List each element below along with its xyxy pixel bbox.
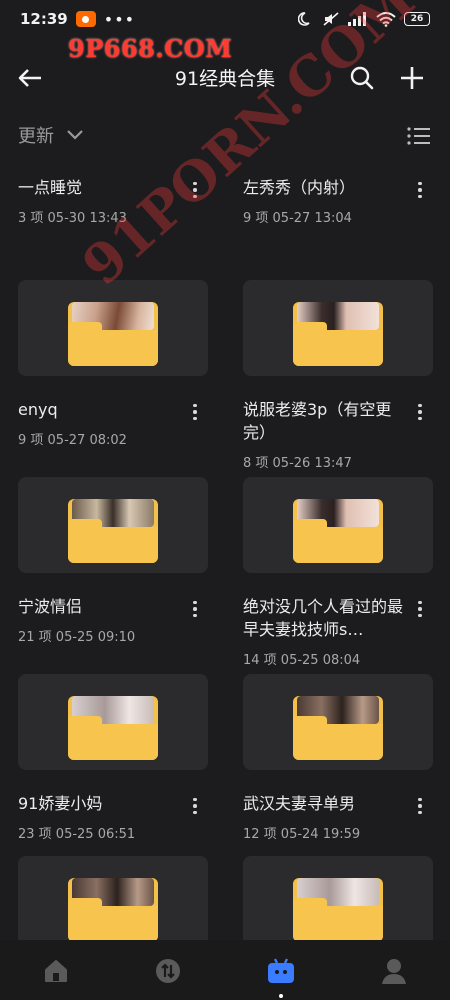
folder-thumbnail <box>243 280 433 376</box>
wifi-icon <box>376 11 396 27</box>
more-vert-icon <box>418 403 422 408</box>
folder-icon <box>68 499 158 563</box>
folder-card[interactable] <box>243 856 433 940</box>
bottom-navigation <box>0 940 450 1000</box>
folder-meta: 12 项 05-24 19:59 <box>243 827 361 842</box>
folder-card[interactable]: 绝对没几个人看过的最早夫妻找技师s… 14 项 05-25 08:04 <box>243 477 433 668</box>
nav-active-indicator <box>279 994 283 998</box>
folder-thumbnail <box>18 674 208 770</box>
folder-meta: 14 项 05-25 08:04 <box>243 653 361 668</box>
more-options-button[interactable] <box>190 179 200 201</box>
folder-icon <box>293 696 383 760</box>
folder-thumbnail <box>18 856 208 940</box>
sort-bar: 更新 <box>0 118 450 156</box>
more-vert-icon <box>193 403 197 408</box>
more-options-button[interactable] <box>415 401 425 423</box>
more-options-button[interactable] <box>415 598 425 620</box>
folder-icon <box>68 878 158 940</box>
top-app-bar: 91经典合集 <box>0 52 450 104</box>
folder-thumbnail <box>18 477 208 573</box>
more-notifications-icon: ••• <box>103 9 136 29</box>
mute-icon <box>323 12 339 26</box>
folder-icon <box>68 696 158 760</box>
signal-icon <box>348 12 366 26</box>
sort-label: 更新 <box>18 126 54 147</box>
folder-name: 左秀秀（内射） <box>243 178 356 197</box>
nav-transfer[interactable] <box>148 954 188 988</box>
folder-card[interactable]: 宁波情侣 21 项 05-25 09:10 <box>18 477 208 645</box>
transfer-icon <box>156 959 180 983</box>
folder-name: 宁波情侣 <box>18 597 83 616</box>
list-icon <box>407 127 430 145</box>
profile-icon <box>382 959 406 984</box>
more-options-button[interactable] <box>190 795 200 817</box>
collection-icon <box>268 958 294 983</box>
plus-icon <box>401 67 423 89</box>
more-vert-icon <box>418 181 422 186</box>
folder-card[interactable]: enyq 9 项 05-27 08:02 <box>18 280 208 448</box>
folder-name: 一点睡觉 <box>18 178 83 197</box>
folder-icon <box>293 878 383 940</box>
folder-name: 91娇妻小妈 <box>18 794 103 813</box>
page-title: 91经典合集 <box>174 68 276 90</box>
list-view-button[interactable] <box>406 124 432 148</box>
folder-meta: 8 项 05-26 13:47 <box>243 456 352 471</box>
sort-dropdown[interactable]: 更新 <box>18 122 84 148</box>
folder-card[interactable]: 左秀秀（内射） 9 项 05-27 13:04 <box>243 156 433 226</box>
search-icon <box>350 66 374 90</box>
nav-collection[interactable] <box>261 954 301 988</box>
more-options-button[interactable] <box>190 401 200 423</box>
folder-card[interactable]: 说服老婆3p（有空更完） 8 项 05-26 13:47 <box>243 280 433 471</box>
folder-icon <box>293 499 383 563</box>
folder-grid: 一点睡觉 3 项 05-30 13:43 左秀秀（内射） 9 项 05-27 13:0… <box>0 156 450 940</box>
folder-thumbnail <box>243 856 433 940</box>
status-time: 12:39 <box>20 10 68 28</box>
more-vert-icon <box>193 181 197 186</box>
folder-card[interactable] <box>18 856 208 940</box>
folder-thumbnail <box>243 477 433 573</box>
folder-card[interactable]: 武汉夫妻寻单男 12 项 05-24 19:59 <box>243 674 433 842</box>
more-options-button[interactable] <box>415 179 425 201</box>
folder-thumbnail <box>18 280 208 376</box>
folder-meta: 21 项 05-25 09:10 <box>18 630 136 645</box>
more-vert-icon <box>193 600 197 605</box>
status-bar: 12:39 ••• 26 <box>0 0 450 38</box>
more-options-button[interactable] <box>415 795 425 817</box>
more-options-button[interactable] <box>190 598 200 620</box>
moon-icon <box>298 12 310 26</box>
folder-name: 绝对没几个人看过的最早夫妻找技师s… <box>243 597 404 639</box>
folder-card[interactable]: 91娇妻小妈 23 项 05-25 06:51 <box>18 674 208 842</box>
screen-record-icon <box>75 11 96 27</box>
folder-meta: 9 项 05-27 13:04 <box>243 211 352 226</box>
folder-icon <box>68 302 158 366</box>
folder-meta: 23 项 05-25 06:51 <box>18 827 136 842</box>
chevron-down-icon <box>67 130 83 140</box>
folder-card[interactable]: 一点睡觉 3 项 05-30 13:43 <box>18 156 208 226</box>
folder-thumbnail <box>243 674 433 770</box>
add-button[interactable] <box>396 62 428 94</box>
more-vert-icon <box>418 600 422 605</box>
folder-meta: 9 项 05-27 08:02 <box>18 433 127 448</box>
battery-icon: 26 <box>404 12 430 26</box>
folder-meta: 3 项 05-30 13:43 <box>18 211 127 226</box>
folder-name: enyq <box>18 400 58 419</box>
folder-name: 武汉夫妻寻单男 <box>243 794 356 813</box>
home-icon <box>45 960 67 982</box>
folder-name: 说服老婆3p（有空更完） <box>243 400 392 442</box>
more-vert-icon <box>418 797 422 802</box>
folder-icon <box>293 302 383 366</box>
more-vert-icon <box>193 797 197 802</box>
nav-home[interactable] <box>36 954 76 988</box>
nav-profile[interactable] <box>374 954 414 988</box>
search-button[interactable] <box>346 62 378 94</box>
